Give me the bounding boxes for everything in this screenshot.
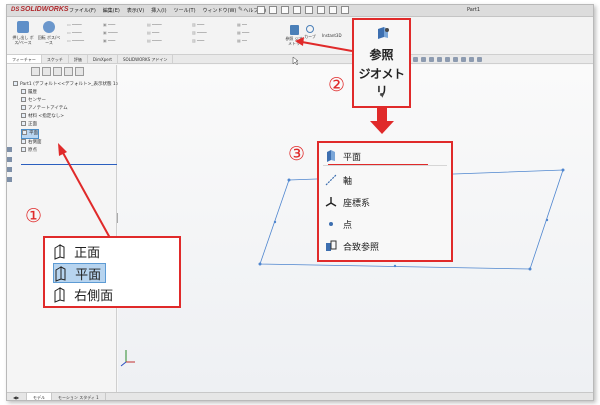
overlay-graphics bbox=[58, 37, 565, 367]
coordinate-system-icon bbox=[325, 197, 337, 207]
mate-reference-icon bbox=[326, 240, 337, 251]
callout-arrow-2 bbox=[295, 37, 353, 52]
chevron-down-icon: ▼ bbox=[380, 92, 385, 99]
plane-item-top[interactable]: 平面 bbox=[53, 263, 107, 283]
menu-item-mate-reference[interactable]: 合致参照 bbox=[325, 237, 379, 255]
plane-item-right[interactable]: 右側面 bbox=[53, 285, 113, 305]
point-icon bbox=[329, 222, 333, 226]
plane-icon bbox=[327, 150, 335, 162]
callout-number-1: ① bbox=[25, 205, 43, 227]
plane-icon bbox=[55, 266, 66, 282]
menu-item-axis[interactable]: 軸 bbox=[325, 171, 352, 189]
reference-geometry-icon bbox=[378, 27, 389, 39]
menu-item-coordinate-system[interactable]: 座標系 bbox=[325, 193, 370, 211]
reference-geometry-callout: 参照 ジオメトリ ▼ bbox=[352, 18, 411, 108]
mouse-cursor bbox=[292, 56, 299, 66]
callout-arrow-1 bbox=[58, 143, 111, 239]
axis-triad bbox=[120, 350, 135, 367]
default-planes-callout: 正面 平面 右側面 bbox=[43, 236, 181, 308]
plane-icon bbox=[54, 244, 65, 260]
plane-icon bbox=[54, 287, 65, 303]
callout-number-2: ② bbox=[328, 74, 346, 96]
callout-number-3: ③ bbox=[288, 143, 306, 165]
menu-item-plane[interactable]: 平面 bbox=[325, 147, 361, 165]
plane-item-front[interactable]: 正面 bbox=[53, 242, 100, 262]
reference-geometry-menu: 平面 軸 座標系 点 合致参照 bbox=[317, 141, 453, 262]
menu-separator bbox=[323, 165, 447, 166]
big-down-arrow bbox=[370, 108, 394, 134]
axis-icon bbox=[325, 174, 337, 186]
menu-item-point[interactable]: 点 bbox=[325, 215, 352, 233]
